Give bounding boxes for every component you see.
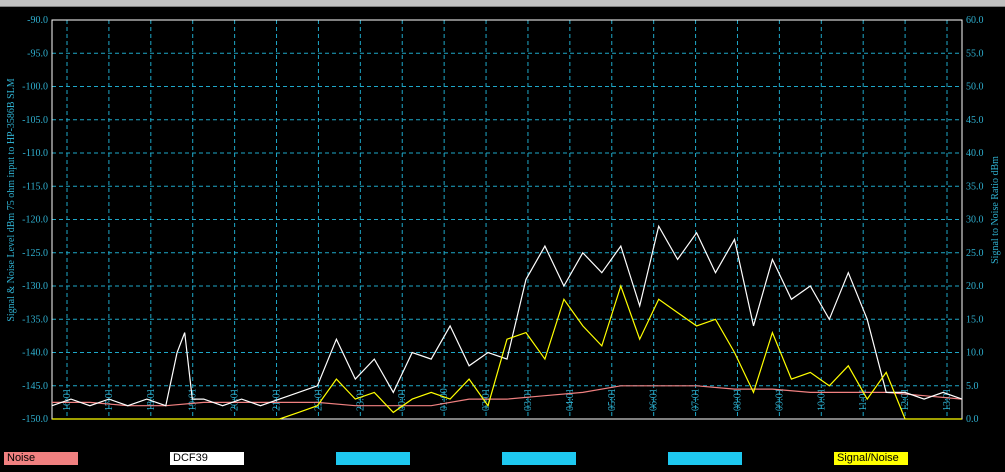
legend-blank-3 [668,452,742,465]
y-tick-label: -95.0 [27,48,48,59]
legend-signal-noise: Signal/Noise [834,452,908,465]
y-tick-label: -130.0 [22,281,48,292]
x-tick-label: 09:01 [774,388,785,411]
y2-tick-label: 30.0 [966,215,984,226]
y-tick-label: -135.0 [22,314,48,325]
y2-tick-label: 15.0 [966,314,984,325]
y-tick-label: -110.0 [23,148,48,159]
y2-tick-label: 0.0 [966,414,979,425]
y-tick-label: -150.0 [22,414,48,425]
legend-blank-2 [502,452,576,465]
legend-dcf39: DCF39 [170,452,244,465]
y-tick-label: -100.0 [22,82,48,93]
x-tick-label: 12:01 [900,388,911,411]
y-tick-label: -90.0 [27,15,48,26]
y-tick-label: -125.0 [22,248,48,259]
x-tick-label: 23:01 [355,388,366,411]
x-tick-label: 01:00 [439,388,450,411]
y-tick-label: -115.0 [23,181,48,192]
x-tick-label: 07:01 [691,388,702,411]
y2-tick-label: 5.0 [966,381,979,392]
y2-tick-label: 50.0 [966,82,984,93]
y2-tick-label: 10.0 [966,348,984,359]
legend-noise: Noise [4,452,78,465]
x-tick-label: 03:01 [523,388,534,411]
y2-tick-label: 55.0 [966,48,984,59]
y-tick-label: -105.0 [22,115,48,126]
legend-blank-1 [336,452,410,465]
x-tick-label: 13:01 [942,388,953,411]
x-tick-label: 04:01 [565,388,576,411]
signal-noise-chart: -90.0 -95.0 -100.0 -105.0 -110.0 -115.0 -120.0… [6,15,1001,425]
y-tick-label: -145.0 [22,381,48,392]
y2-tick-label: 25.0 [966,248,984,259]
y-axis-label: Signal & Noise Level dBm 75 ohm input to… [6,78,17,321]
y2-tick-label: 45.0 [966,115,984,126]
y-tick-label: -140.0 [22,348,48,359]
x-tick-label: 00:01 [397,388,408,411]
y2-tick-label: 35.0 [966,181,984,192]
x-tick-label: 08:01 [732,388,743,411]
y2-tick-label: 20.0 [966,281,984,292]
y-tick-label: -120.0 [22,215,48,226]
x-tick-label: 05:01 [607,388,618,411]
x-tick-label: 06:01 [649,388,660,411]
x-tick-label: 10:01 [816,388,827,411]
y2-tick-label: 60.0 [966,15,984,26]
x-tick-label: 22:01 [313,388,324,411]
y2-tick-label: 40.0 [966,148,984,159]
y2-axis-label: Signal to Noise Ratio dBm [990,156,1001,264]
